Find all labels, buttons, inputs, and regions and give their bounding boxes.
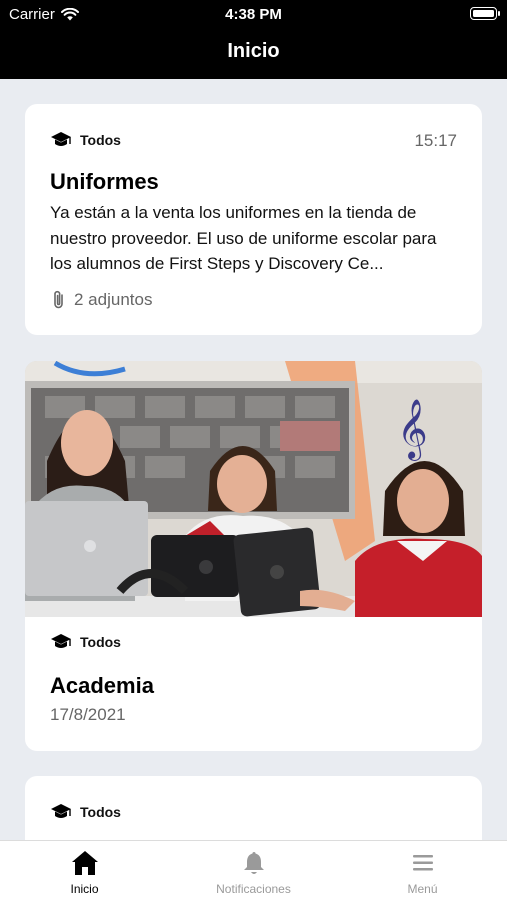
post-excerpt: Ya están a la venta los uniformes en la …: [50, 203, 437, 273]
category-row: Todos: [50, 633, 121, 651]
status-bar: Carrier 4:38 PM: [0, 0, 507, 28]
category-label: Todos: [80, 634, 121, 650]
news-card-partial[interactable]: Todos: [25, 776, 482, 840]
tab-bar: Inicio Notificaciones Menú: [0, 840, 507, 900]
news-card-uniformes[interactable]: Todos 15:17 Uniformes Ya están a la vent…: [25, 104, 482, 335]
tab-inicio[interactable]: Inicio: [0, 841, 169, 900]
status-time: 4:38 PM: [225, 6, 282, 23]
category-row: Todos: [50, 803, 121, 821]
app-screen: Carrier 4:38 PM Inicio Todos 15:17 Unifo…: [0, 0, 507, 900]
hamburger-menu-icon: [412, 855, 433, 871]
tab-label: Inicio: [70, 882, 99, 896]
bell-icon: [243, 852, 264, 874]
battery-icon: [470, 7, 500, 20]
graduation-cap-icon: [51, 804, 71, 818]
tab-label: Menú: [407, 882, 438, 896]
graduation-cap-icon: [51, 634, 71, 648]
attachments-count: 2 adjuntos: [74, 290, 153, 309]
post-photo: 𝄞: [25, 361, 482, 617]
post-title: Uniformes: [50, 169, 159, 194]
attachments-info[interactable]: 2 adjuntos: [50, 289, 152, 311]
post-title: Academia: [50, 673, 154, 698]
graduation-cap-icon: [51, 132, 71, 146]
category-row: Todos: [50, 131, 121, 149]
post-date: 17/8/2021: [50, 705, 126, 724]
tab-notificaciones[interactable]: Notificaciones: [169, 841, 338, 900]
students-photo-illustration: 𝄞: [25, 361, 482, 617]
page-title: Inicio: [227, 40, 280, 62]
category-label: Todos: [80, 804, 121, 820]
tab-menu[interactable]: Menú: [338, 841, 507, 900]
paperclip-icon: [54, 290, 63, 309]
home-icon: [71, 851, 98, 875]
post-time: 15:17: [414, 131, 457, 150]
tab-label: Notificaciones: [216, 882, 291, 896]
news-feed[interactable]: Todos 15:17 Uniformes Ya están a la vent…: [0, 79, 507, 840]
svg-text:𝄞: 𝄞: [397, 399, 428, 461]
category-label: Todos: [80, 132, 121, 148]
news-card-academia[interactable]: 𝄞 Todos Academia 17/8/2021: [25, 361, 482, 751]
top-bar: Carrier 4:38 PM Inicio: [0, 0, 507, 79]
